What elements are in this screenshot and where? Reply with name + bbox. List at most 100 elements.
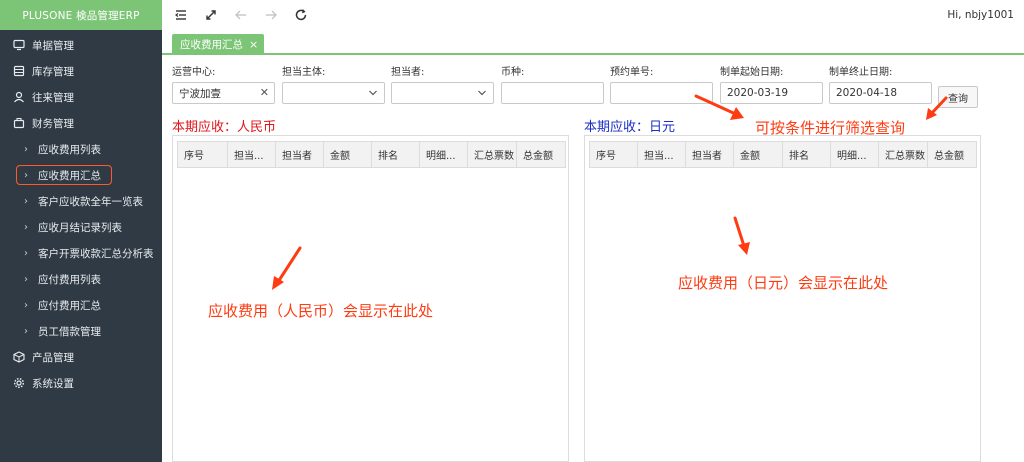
column-header[interactable]: 总金额 — [517, 142, 565, 167]
column-header[interactable]: 金额 — [734, 142, 783, 167]
clear-icon[interactable]: ✕ — [260, 86, 269, 99]
entity-select[interactable] — [282, 82, 385, 104]
sidebar-item-label: 财务管理 — [32, 117, 74, 130]
filter-annotation: 可按条件进行筛选查询 — [755, 119, 906, 137]
rmb-table-header: 序号 担当... 担当者 金额 排名 明细... 汇总票数 总金额 — [177, 141, 566, 168]
sidebar-item-label: 库存管理 — [32, 65, 74, 78]
sidebar-item-settings[interactable]: 系统设置 — [0, 370, 162, 396]
close-icon[interactable]: × — [249, 38, 258, 51]
sidebar-subitem-label: 客户开票收款汇总分析表 — [38, 247, 154, 260]
refresh-icon[interactable] — [290, 4, 312, 26]
sidebar-subitem-payables-summary[interactable]: › 应付费用汇总 — [0, 292, 162, 318]
briefcase-icon — [12, 116, 26, 130]
filter-currency: 币种: — [501, 66, 604, 104]
sidebar-nav: 单据管理 库存管理 往来管理 财务管理 › 应收费用列表 › 应收费用汇总 › … — [0, 30, 162, 396]
column-header[interactable]: 担当者 — [686, 142, 734, 167]
arrow-icon — [926, 96, 948, 120]
sidebar-subitem-payables-list[interactable]: › 应付费用列表 — [0, 266, 162, 292]
sidebar-subitem-label: 客户应收款全年一览表 — [38, 195, 143, 208]
top-toolbar: Hi, nbjy1001 — [162, 0, 1024, 30]
sidebar-item-finance[interactable]: 财务管理 — [0, 110, 162, 136]
sidebar-subitem-receivables-list[interactable]: › 应收费用列表 — [0, 136, 162, 162]
sidebar: PLUSONE 検品管理ERP 单据管理 库存管理 往来管理 财务管理 › 应收… — [0, 0, 162, 462]
sidebar-subitem-invoice-analysis[interactable]: › 客户开票收款汇总分析表 — [0, 240, 162, 266]
jpy-table-panel: 序号 担当... 担当者 金额 排名 明细... 汇总票数 总金额 — [584, 135, 981, 462]
user-greeting[interactable]: Hi, nbjy1001 — [947, 9, 1014, 21]
menu-toggle-icon[interactable] — [170, 4, 192, 26]
sidebar-item-products[interactable]: 产品管理 — [0, 344, 162, 370]
database-icon — [12, 64, 26, 78]
end-date-input[interactable]: 2020-04-18 — [829, 82, 932, 104]
operation-center-select[interactable]: 宁波加壹 ✕ — [172, 82, 275, 104]
column-header[interactable]: 担当... — [228, 142, 276, 167]
chevron-down-icon — [478, 90, 486, 96]
column-header[interactable]: 金额 — [324, 142, 372, 167]
filter-label: 运营中心: — [172, 67, 216, 78]
column-header[interactable]: 序号 — [590, 142, 638, 167]
chevron-right-icon: › — [24, 143, 28, 155]
chevron-right-icon: › — [24, 273, 28, 285]
sidebar-subitem-label: 应付费用汇总 — [38, 299, 101, 312]
filter-label: 制单起始日期: — [720, 67, 784, 78]
column-header[interactable]: 担当... — [638, 142, 686, 167]
fullscreen-icon[interactable] — [200, 4, 222, 26]
end-date-value: 2020-04-18 — [836, 87, 898, 99]
highlight-box — [16, 165, 112, 185]
filter-entity: 担当主体: — [282, 66, 385, 104]
sidebar-subitem-label: 应收费用列表 — [38, 143, 101, 156]
column-header[interactable]: 明细... — [831, 142, 879, 167]
jpy-table-header: 序号 担当... 担当者 金额 排名 明细... 汇总票数 总金额 — [589, 141, 977, 168]
filter-label: 预约单号: — [610, 67, 654, 78]
tab-bar: 应收费用汇总 × — [162, 30, 1024, 55]
sidebar-item-label: 往来管理 — [32, 91, 74, 104]
column-header[interactable]: 担当者 — [276, 142, 324, 167]
arrow-icon — [694, 94, 744, 120]
back-arrow-icon[interactable] — [230, 4, 252, 26]
sidebar-item-contacts[interactable]: 往来管理 — [0, 84, 162, 110]
sidebar-subitem-annual-receivables[interactable]: › 客户应收款全年一览表 — [0, 188, 162, 214]
tab-receivables-summary[interactable]: 应收费用汇总 × — [172, 34, 265, 55]
tab-label: 应收费用汇总 — [180, 39, 243, 51]
sidebar-item-label: 系统设置 — [32, 377, 74, 390]
monitor-icon — [12, 38, 26, 52]
column-header[interactable]: 明细... — [420, 142, 468, 167]
filter-label: 制单终止日期: — [829, 67, 893, 78]
sidebar-subitem-label: 应付费用列表 — [38, 273, 101, 286]
app-window: PLUSONE 検品管理ERP 单据管理 库存管理 往来管理 财务管理 › 应收… — [0, 0, 1024, 462]
filter-bar: 运营中心: 宁波加壹 ✕ 担当主体: 担当者: 币种: 预约单号: 制单起始日期… — [172, 66, 1012, 110]
sidebar-subitem-label: 员工借款管理 — [38, 325, 101, 338]
filter-operation-center: 运营中心: 宁波加壹 ✕ — [172, 66, 275, 104]
forward-arrow-icon[interactable] — [260, 4, 282, 26]
chevron-down-icon — [369, 90, 377, 96]
chevron-right-icon: › — [24, 221, 28, 233]
arrow-icon — [272, 246, 302, 290]
operation-center-value: 宁波加壹 — [179, 87, 221, 100]
cube-icon — [12, 350, 26, 364]
sidebar-subitem-employee-loans[interactable]: › 员工借款管理 — [0, 318, 162, 344]
chevron-right-icon: › — [24, 299, 28, 311]
chevron-right-icon: › — [24, 325, 28, 337]
filter-label: 担当者: — [391, 67, 425, 78]
column-header[interactable]: 汇总票数 — [879, 142, 928, 167]
sidebar-subitem-monthly-records[interactable]: › 应收月结记录列表 — [0, 214, 162, 240]
column-header[interactable]: 排名 — [783, 142, 831, 167]
person-select[interactable] — [391, 82, 494, 104]
chevron-right-icon: › — [24, 247, 28, 259]
column-header[interactable]: 总金额 — [928, 142, 976, 167]
jpy-annotation: 应收费用（日元）会显示在此处 — [678, 274, 889, 292]
column-header[interactable]: 汇总票数 — [468, 142, 517, 167]
gear-icon — [12, 376, 26, 390]
sidebar-item-label: 单据管理 — [32, 39, 74, 52]
sidebar-item-inventory[interactable]: 库存管理 — [0, 58, 162, 84]
user-icon — [12, 90, 26, 104]
currency-input[interactable] — [501, 82, 604, 104]
chevron-right-icon: › — [24, 195, 28, 207]
filter-end-date: 制单终止日期: 2020-04-18 — [829, 66, 932, 104]
arrow-icon — [733, 216, 750, 255]
sidebar-subitem-receivables-summary[interactable]: › 应收费用汇总 — [0, 162, 162, 188]
filter-label: 币种: — [501, 67, 525, 78]
column-header[interactable]: 序号 — [178, 142, 228, 167]
rmb-table-panel: 序号 担当... 担当者 金额 排名 明细... 汇总票数 总金额 — [172, 135, 569, 462]
sidebar-item-documents[interactable]: 单据管理 — [0, 32, 162, 58]
column-header[interactable]: 排名 — [372, 142, 420, 167]
